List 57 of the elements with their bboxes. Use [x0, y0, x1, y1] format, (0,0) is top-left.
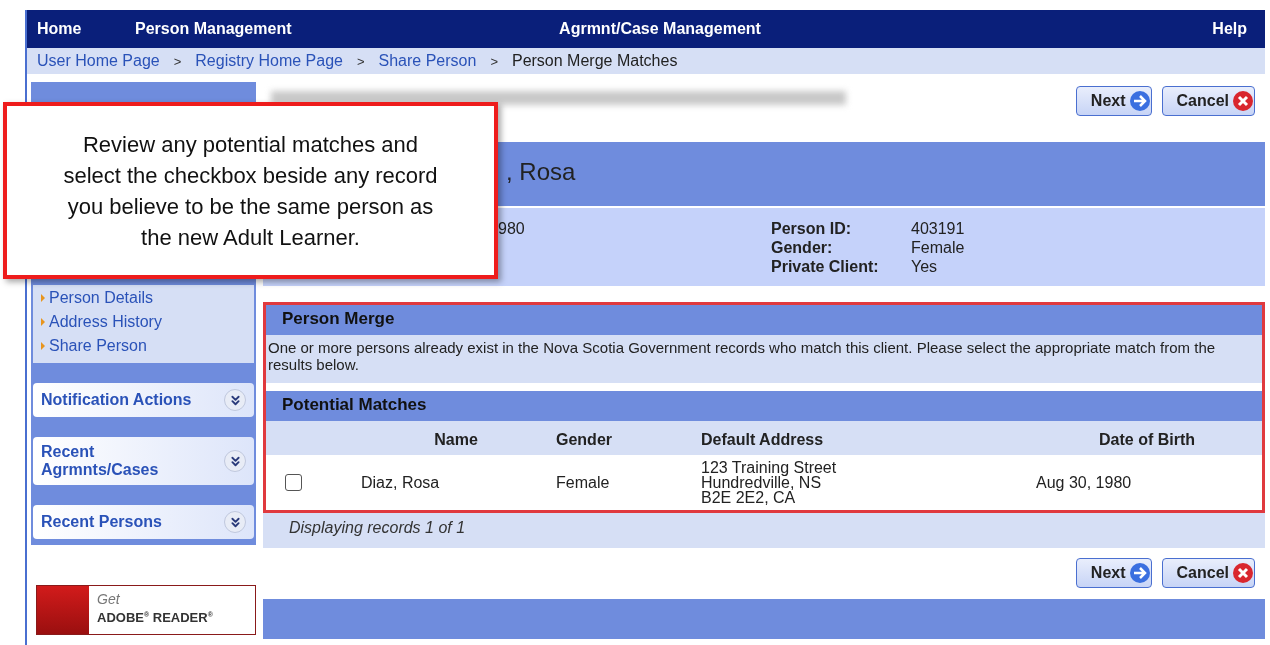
cancel-button[interactable]: Cancel	[1161, 558, 1255, 588]
table-cell-text: Aug 30, 1980	[1036, 475, 1133, 490]
close-icon	[1232, 90, 1254, 112]
sidebar-section[interactable]: Notification Actions	[33, 383, 254, 417]
nav-link[interactable]: Help	[1205, 20, 1265, 38]
nav-link[interactable]: Home	[37, 20, 135, 38]
section-title: Notification Actions	[41, 391, 193, 409]
logo-icon	[37, 586, 89, 634]
field-label: Person ID:	[771, 220, 852, 238]
instruction-callout: Review any potential matches and select the checkbox beside any record you believe to be the same person as the new Adult Learner.	[3, 102, 498, 279]
person-name: , Rosa	[506, 158, 576, 185]
bullet-icon	[41, 318, 45, 326]
cancel-button[interactable]: Cancel	[1161, 86, 1255, 116]
breadcrumb-separator: >	[173, 53, 182, 69]
column-header: Gender	[556, 431, 612, 448]
table-cell-text: Diaz, Rosa	[361, 475, 441, 490]
breadcrumb-link[interactable]: Registry Home Page	[195, 52, 343, 70]
records-count: Displaying records 1 of 1	[289, 519, 466, 536]
column-header: Name	[434, 431, 478, 448]
next-button[interactable]: Next	[1075, 86, 1152, 116]
expand-icon	[224, 450, 246, 472]
detail-value: 980	[498, 220, 526, 239]
expand-icon	[224, 511, 246, 533]
field-value: Female	[911, 239, 965, 257]
breadcrumb-separator: >	[490, 53, 498, 69]
section-title: Recent Agrmnts/Cases	[41, 443, 160, 479]
checkbox[interactable]	[285, 474, 302, 491]
field-label: Gender:	[771, 239, 834, 257]
section-header: Potential Matches	[266, 391, 1262, 421]
next-button[interactable]: Next	[1075, 558, 1152, 588]
bullet-icon	[41, 294, 45, 302]
close-icon	[1232, 562, 1254, 584]
breadcrumb-separator: >	[356, 53, 365, 69]
badge-title: ADOBE$^{®}$ READER$^{®}$	[97, 609, 213, 626]
nav-link[interactable]: Person Management	[135, 20, 375, 38]
sidebar-section[interactable]: Recent Agrmnts/Cases	[33, 437, 254, 485]
adobe-reader-badge[interactable]: Get ADOBE$^{®}$ READER$^{®}$	[36, 585, 256, 635]
expand-icon	[224, 389, 246, 411]
column-header: Date of Birth	[1099, 431, 1195, 448]
table-cell-text: Female	[556, 475, 611, 490]
current-page-title: Person Merge Matches	[511, 52, 678, 70]
field-value: 403191	[911, 220, 965, 238]
bullet-icon	[41, 342, 45, 350]
section-header: Person Merge	[266, 305, 1262, 335]
sidebar-section[interactable]: Recent Persons	[33, 505, 254, 539]
sidebar-link[interactable]: Address History	[41, 313, 246, 331]
nav-link[interactable]: Agrmnt/Case Management	[375, 20, 1205, 38]
breadcrumb-link[interactable]: User Home Page	[37, 52, 160, 70]
section-title: Recent Persons	[41, 513, 163, 531]
column-header: Default Address	[701, 431, 824, 448]
breadcrumb-link[interactable]: Share Person	[378, 52, 477, 70]
address-cell-text: 123 Training Street Hundredville, NS B2E 2E2, CA	[701, 460, 838, 505]
field-value: Yes	[911, 258, 939, 276]
badge-text: Get	[97, 592, 121, 607]
sidebar-link[interactable]: Person Details	[41, 289, 246, 307]
sidebar-link[interactable]: Share Person	[41, 337, 246, 355]
field-label: Private Client:	[771, 258, 880, 276]
